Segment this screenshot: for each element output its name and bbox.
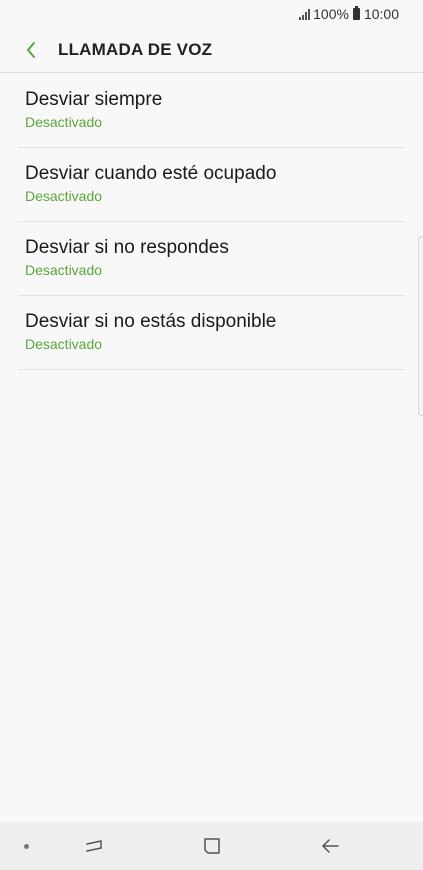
item-title: Desviar si no respondes: [25, 237, 229, 258]
list-item-desviar-no-disponible[interactable]: Desviar si no estás disponible Desactiva…: [18, 296, 405, 370]
forwarding-options-list: Desviar siempre Desactivado Desviar cuan…: [0, 74, 423, 370]
item-status: Desactivado: [25, 336, 103, 352]
item-title: Desviar cuando esté ocupado: [25, 163, 277, 184]
item-status: Desactivado: [25, 188, 103, 204]
list-item-desviar-siempre[interactable]: Desviar siempre Desactivado: [18, 74, 405, 148]
item-title: Desviar siempre: [25, 89, 163, 110]
chevron-left-icon: [27, 42, 35, 58]
clock: 10:00: [363, 6, 399, 22]
page-title: LLAMADA DE VOZ: [58, 40, 213, 59]
recent-apps-button[interactable]: [82, 834, 106, 858]
signal-icon: [299, 8, 311, 20]
recent-apps-icon: [86, 840, 102, 852]
edge-panel-handle[interactable]: [418, 236, 423, 416]
home-icon: [204, 838, 220, 854]
battery-percentage: 100%: [313, 6, 349, 22]
home-button[interactable]: [200, 834, 224, 858]
list-item-desviar-no-respondes[interactable]: Desviar si no respondes Desactivado: [18, 222, 405, 296]
item-status: Desactivado: [25, 262, 103, 278]
back-arrow-icon: [322, 839, 339, 853]
back-button[interactable]: [20, 39, 42, 61]
navigation-bar: [0, 822, 423, 870]
list-item-desviar-ocupado[interactable]: Desviar cuando esté ocupado Desactivado: [18, 148, 405, 222]
item-status: Desactivado: [25, 114, 103, 130]
status-bar: 100% 10:00: [0, 0, 423, 28]
item-title: Desviar si no estás disponible: [25, 311, 277, 332]
battery-icon: [352, 6, 360, 20]
app-header: LLAMADA DE VOZ: [0, 28, 423, 73]
back-nav-button[interactable]: [318, 834, 342, 858]
dot-indicator-icon: [24, 844, 29, 849]
